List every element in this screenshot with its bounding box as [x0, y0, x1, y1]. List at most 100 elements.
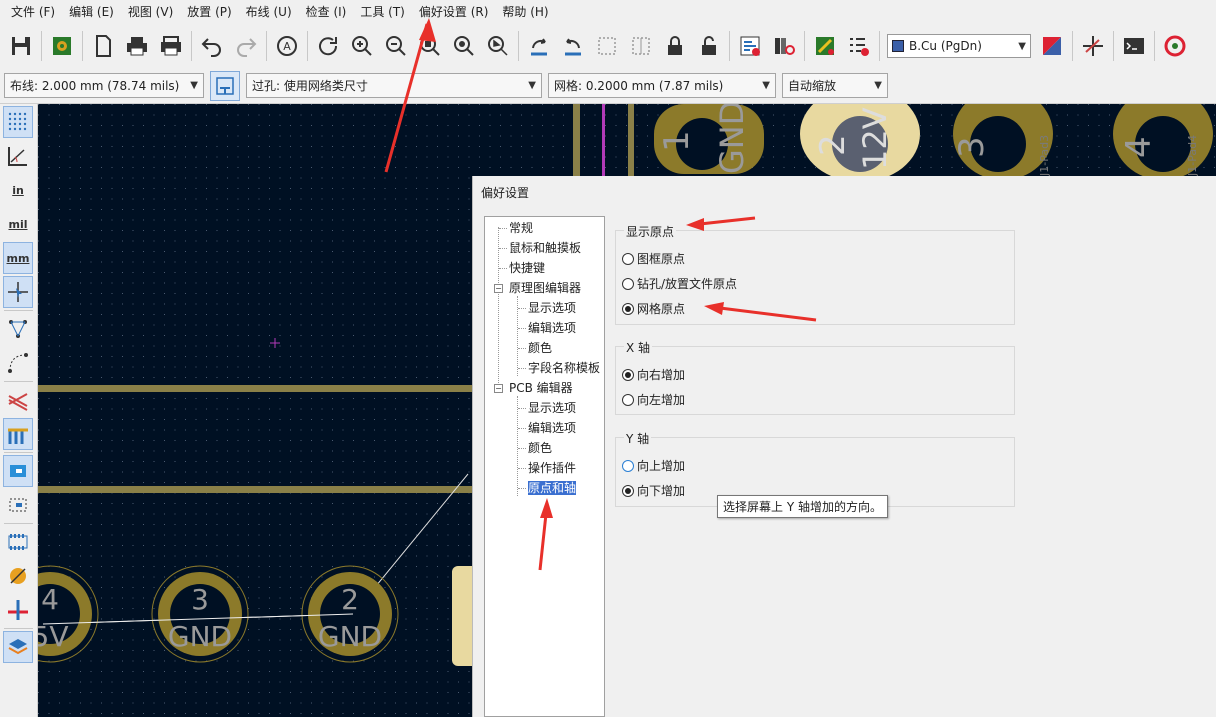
menu-route[interactable]: 布线 (U)	[239, 0, 299, 24]
tree-collapse-icon[interactable]: −	[494, 284, 503, 293]
pad-number: 2	[813, 134, 853, 156]
origin-grid-radio[interactable]: 网格原点	[622, 300, 685, 317]
grid-select[interactable]: 网格: 0.2000 mm (7.87 mils) ▼	[548, 73, 776, 98]
print-icon[interactable]	[122, 29, 152, 63]
menu-view[interactable]: 视图 (V)	[121, 0, 180, 24]
menu-preferences[interactable]: 偏好设置 (R)	[412, 0, 496, 24]
tree-item-origins-axes[interactable]: 原点和轴	[526, 480, 578, 496]
origin-drill-place-radio[interactable]: 钻孔/放置文件原点	[622, 275, 737, 292]
pad-number: 3	[952, 136, 992, 158]
menu-place[interactable]: 放置 (P)	[180, 0, 238, 24]
lock-icon[interactable]	[660, 29, 690, 63]
toolbar-separator	[41, 31, 42, 61]
x-axis-left-radio[interactable]: 向左增加	[622, 391, 685, 408]
auto-track-width-button[interactable]	[210, 70, 240, 101]
tree-item-pcb-editing-options[interactable]: 编辑选项	[528, 420, 576, 436]
radio-button[interactable]	[622, 368, 634, 381]
tree-item-mouse-touchpad[interactable]: 鼠标和触摸板	[509, 240, 581, 256]
footprint-library-icon[interactable]	[769, 29, 799, 63]
radio-button[interactable]	[622, 252, 634, 265]
tree-item-pcb-editor[interactable]: PCB 编辑器	[509, 380, 573, 396]
update-pcb-icon[interactable]	[735, 29, 765, 63]
curved-ratsnest-icon[interactable]	[3, 347, 33, 379]
flip-icon[interactable]	[626, 29, 656, 63]
via-size-select[interactable]: 过孔: 使用网络类尺寸 ▼	[246, 73, 542, 98]
menu-edit[interactable]: 编辑 (E)	[62, 0, 121, 24]
checklist-icon[interactable]	[844, 29, 874, 63]
menu-inspect[interactable]: 检查 (I)	[299, 0, 354, 24]
zone-outline-icon[interactable]	[3, 489, 33, 521]
zoom-objects-icon[interactable]	[449, 29, 479, 63]
page-settings-icon[interactable]	[88, 29, 118, 63]
track-display-icon[interactable]	[3, 594, 33, 626]
units-mil-button[interactable]: mil	[3, 208, 33, 240]
cursor-crosshair-icon[interactable]	[3, 276, 33, 308]
high-contrast-icon[interactable]	[3, 384, 33, 416]
tree-item-pcb-colors[interactable]: 颜色	[528, 440, 552, 456]
zoom-select[interactable]: 自动缩放 ▼	[782, 73, 888, 98]
units-inch-button[interactable]: in	[3, 174, 33, 206]
y-axis-down-radio[interactable]: 向下增加	[622, 482, 685, 499]
preferences-dialog: 偏好设置 − − 常规 鼠标和触摸板 快捷键 原理图编辑器 显示选项 编辑选项	[472, 176, 1216, 717]
tooltip: 选择屏幕上 Y 轴增加的方向。	[717, 495, 888, 518]
zoom-fit-icon[interactable]	[415, 29, 445, 63]
origin-page-radio[interactable]: 图框原点	[622, 250, 685, 267]
save-icon[interactable]	[6, 29, 36, 63]
rotate-ccw-icon[interactable]	[524, 29, 554, 63]
layer-pair-icon[interactable]	[1037, 29, 1067, 63]
radio-button[interactable]	[622, 302, 634, 315]
pad-bottom-3: 3 GND	[151, 565, 249, 663]
layer-select[interactable]: B.Cu (PgDn) ▼	[887, 34, 1031, 58]
radio-button[interactable]	[622, 459, 634, 472]
tree-item-pcb-display-options[interactable]: 显示选项	[528, 400, 576, 416]
refresh-icon[interactable]	[313, 29, 343, 63]
tree-item-hotkeys[interactable]: 快捷键	[509, 260, 545, 276]
menu-tools[interactable]: 工具 (T)	[353, 0, 412, 24]
radio-button[interactable]	[622, 484, 634, 497]
find-icon[interactable]: A	[272, 29, 302, 63]
drc-icon[interactable]	[810, 29, 840, 63]
unlock-icon[interactable]	[694, 29, 724, 63]
board-setup-icon[interactable]	[47, 29, 77, 63]
show-zones-icon[interactable]	[3, 455, 33, 487]
tree-item-field-name-templates[interactable]: 字段名称模板	[528, 360, 600, 376]
rotate-cw-icon[interactable]	[558, 29, 588, 63]
tree-item-sch-display-options[interactable]: 显示选项	[528, 300, 576, 316]
tree-item-action-plugins[interactable]: 操作插件	[528, 460, 576, 476]
polar-coords-icon[interactable]	[3, 140, 33, 172]
tree-item-sch-editing-options[interactable]: 编辑选项	[528, 320, 576, 336]
tree-item-schematic-editor[interactable]: 原理图编辑器	[509, 280, 581, 296]
tree-collapse-icon[interactable]: −	[494, 384, 503, 393]
pad-net-name: GND	[713, 104, 751, 174]
plot-icon[interactable]	[156, 29, 186, 63]
toolbar-separator	[307, 31, 308, 61]
ratsnest-icon[interactable]	[3, 313, 33, 345]
y-axis-up-radio[interactable]: 向上增加	[622, 457, 685, 474]
track-width-select[interactable]: 布线: 2.000 mm (78.74 mils) ▼	[4, 73, 204, 98]
toolbar-separator	[4, 310, 33, 311]
scripting-console-icon[interactable]	[1119, 29, 1149, 63]
layers-manager-icon[interactable]	[3, 631, 33, 663]
tree-item-sch-colors[interactable]: 颜色	[528, 340, 552, 356]
footprint-outline-icon[interactable]	[3, 526, 33, 558]
redo-icon[interactable]	[231, 29, 261, 63]
menu-help[interactable]: 帮助 (H)	[495, 0, 555, 24]
radio-button[interactable]	[622, 277, 634, 290]
via-display-icon[interactable]	[3, 560, 33, 592]
show-pads-icon[interactable]	[3, 418, 33, 450]
net-inspector-icon[interactable]	[1078, 29, 1108, 63]
grid-toggle-icon[interactable]	[3, 106, 33, 138]
menu-file[interactable]: 文件 (F)	[4, 0, 62, 24]
units-mm-button[interactable]: mm	[3, 242, 33, 274]
mirror-icon[interactable]	[592, 29, 622, 63]
tree-item-general[interactable]: 常规	[509, 220, 533, 236]
zoom-selection-icon[interactable]	[483, 29, 513, 63]
left-toolbar: in mil mm	[0, 104, 38, 717]
plugin-icon[interactable]	[1160, 29, 1190, 63]
undo-icon[interactable]	[197, 29, 227, 63]
zoom-in-icon[interactable]	[347, 29, 377, 63]
x-axis-right-radio[interactable]: 向右增加	[622, 366, 685, 383]
radio-label: 向上增加	[637, 459, 686, 473]
zoom-out-icon[interactable]	[381, 29, 411, 63]
radio-button[interactable]	[622, 393, 634, 406]
